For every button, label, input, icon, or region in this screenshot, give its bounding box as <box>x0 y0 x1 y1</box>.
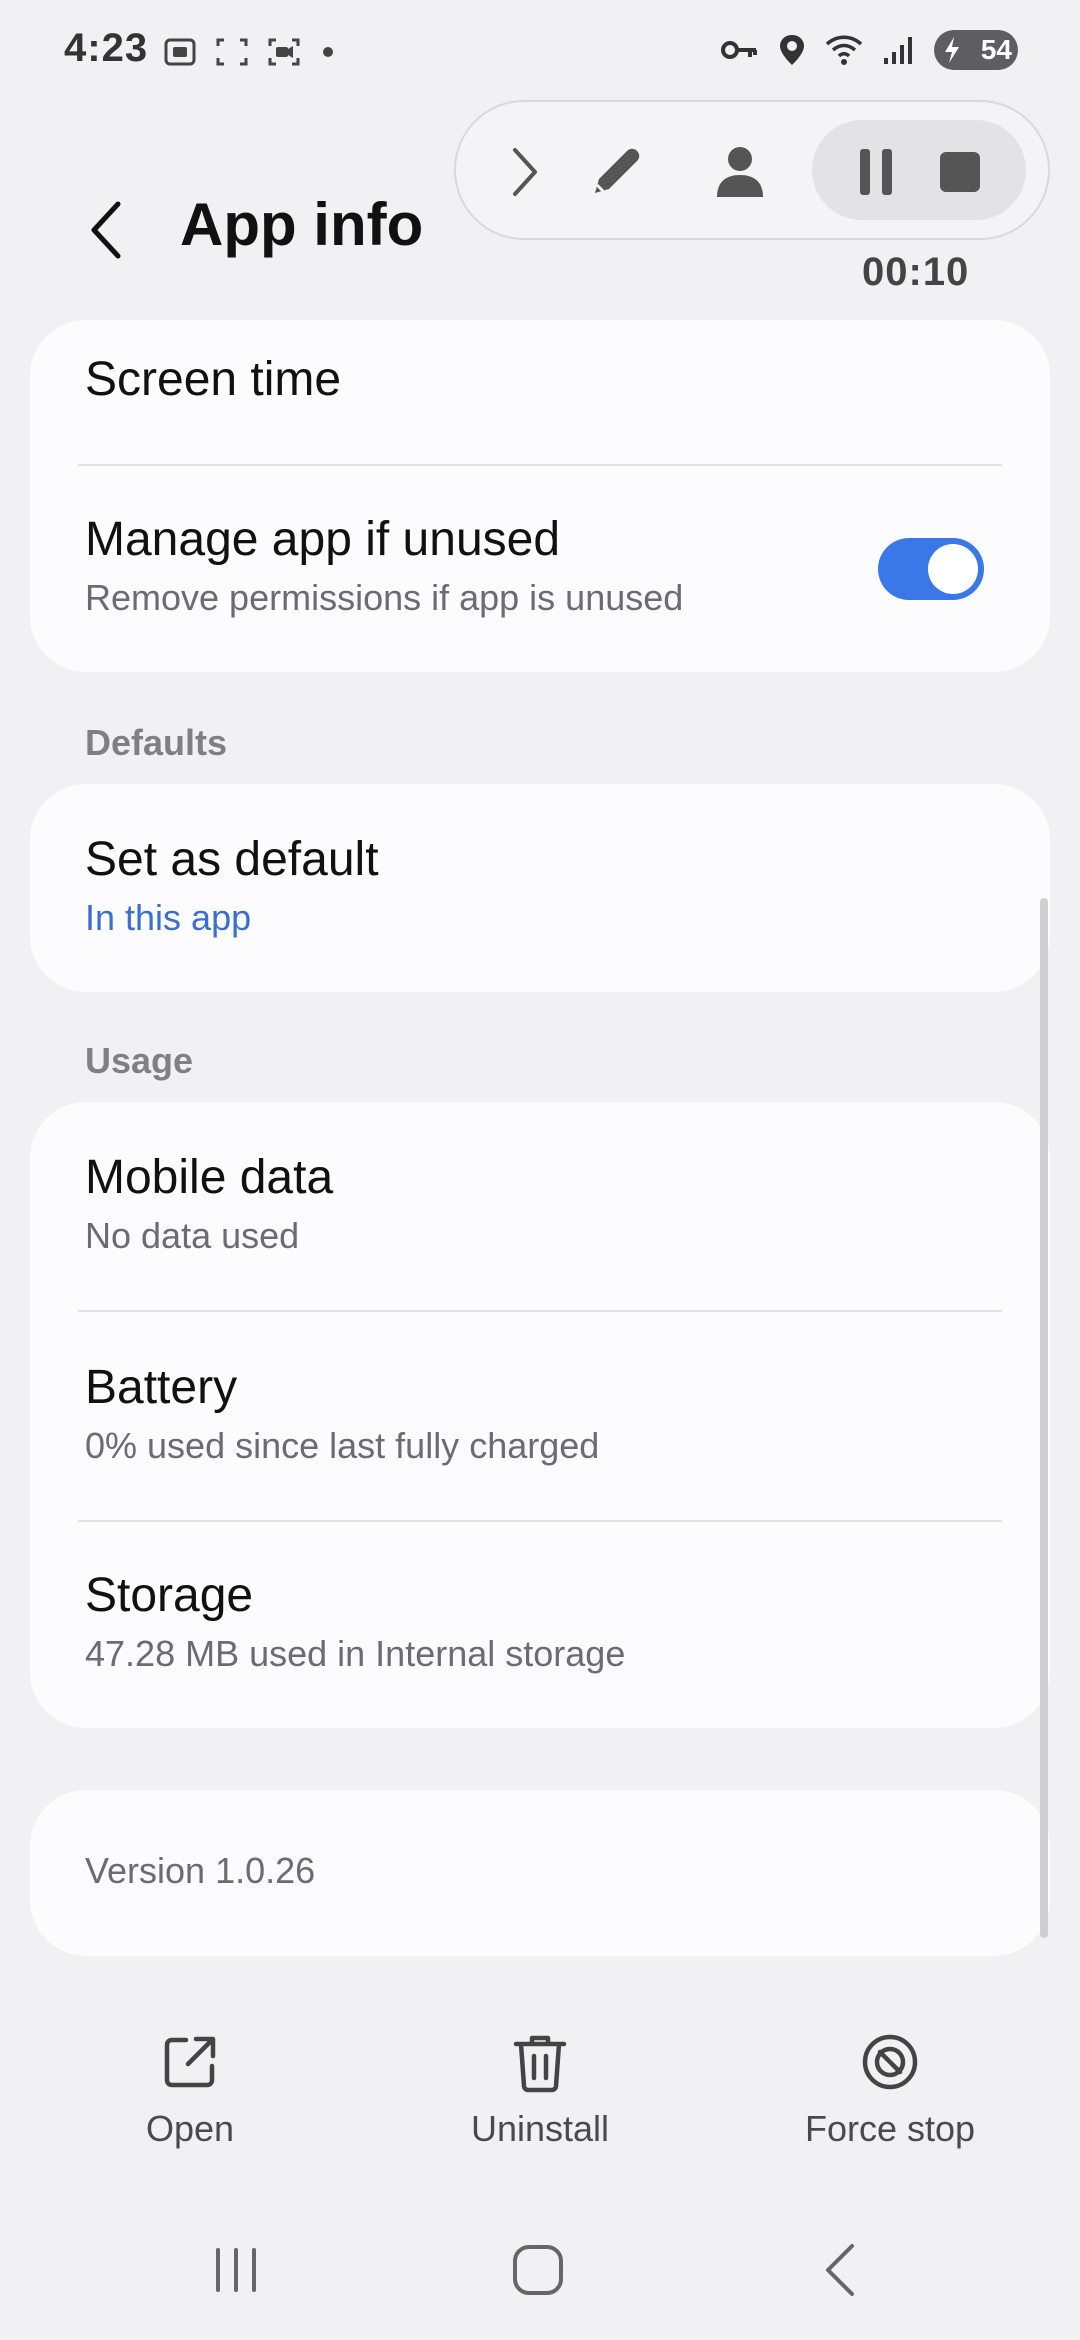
battery-level: 54 <box>980 34 1012 65</box>
page-title: App info <box>180 191 424 258</box>
recent-apps-icon <box>216 2248 256 2292</box>
uninstall-button[interactable]: Uninstall <box>410 2030 670 2150</box>
set-as-default-row[interactable]: Set as default In this app <box>85 832 995 939</box>
uninstall-label: Uninstall <box>470 2108 610 2149</box>
stop-icon <box>940 152 980 192</box>
manage-app-if-unused-row[interactable]: Manage app if unused Remove permissions … <box>85 512 995 619</box>
location-icon <box>780 35 804 65</box>
defaults-card: Set as default In this app <box>30 784 1050 992</box>
open-label: Open <box>145 2108 235 2149</box>
divider <box>78 1310 1002 1312</box>
open-button[interactable]: Open <box>60 2030 320 2150</box>
back-button[interactable] <box>78 192 134 268</box>
toggle-knob <box>928 544 978 594</box>
pause-icon <box>860 149 892 195</box>
manage-app-toggle[interactable] <box>878 538 984 600</box>
battery-indicator: 54 <box>934 30 1018 70</box>
storage-title: Storage <box>85 1569 254 1622</box>
divider <box>78 464 1002 466</box>
screen-recorder-toolbar <box>454 100 1050 240</box>
app-settings-card: Screen time Manage app if unused Remove … <box>30 320 1050 672</box>
stop-recording-button[interactable] <box>920 132 1000 212</box>
draw-button[interactable] <box>576 132 656 212</box>
scan-frame-icon <box>216 38 248 66</box>
screen-time-title: Screen time <box>85 353 342 406</box>
battery-subtitle: 0% used since last fully charged <box>85 1425 600 1466</box>
set-as-default-subtitle: In this app <box>85 897 252 938</box>
back-arrow-icon <box>91 201 121 259</box>
mobile-data-row[interactable]: Mobile data No data used <box>85 1150 995 1257</box>
trash-icon <box>513 2035 567 2093</box>
wifi-icon <box>825 35 863 65</box>
recent-apps-button[interactable] <box>186 2234 286 2306</box>
status-bar: 4:23 54 <box>0 0 1080 104</box>
nav-back-button[interactable] <box>790 2234 890 2306</box>
status-time: 4:23 <box>64 26 149 70</box>
status-right-icons: 54 <box>720 30 1018 70</box>
set-as-default-title: Set as default <box>85 833 379 886</box>
person-icon <box>717 147 763 197</box>
mobile-data-title: Mobile data <box>85 1151 334 1204</box>
usage-card: Mobile data No data used Battery 0% used… <box>30 1102 1050 1728</box>
usage-section-header: Usage <box>85 1040 194 1081</box>
storage-row[interactable]: Storage 47.28 MB used in Internal storag… <box>85 1568 995 1675</box>
manage-app-title: Manage app if unused <box>85 513 561 566</box>
force-stop-icon <box>862 2034 918 2090</box>
manage-app-subtitle: Remove permissions if app is unused <box>85 577 684 618</box>
screenshot-icon <box>164 38 196 66</box>
storage-subtitle: 47.28 MB used in Internal storage <box>85 1633 626 1674</box>
pause-recording-button[interactable] <box>836 132 916 212</box>
battery-title: Battery <box>85 1361 238 1414</box>
force-stop-button[interactable]: Force stop <box>760 2030 1020 2150</box>
dot-icon <box>323 47 333 57</box>
version-card: Version 1.0.26 <box>30 1790 1050 1956</box>
mobile-data-subtitle: No data used <box>85 1215 300 1256</box>
signal-icon <box>884 37 912 64</box>
screen-time-row[interactable]: Screen time <box>85 352 995 407</box>
pencil-icon <box>595 148 640 193</box>
version-row: Version 1.0.26 <box>85 1850 995 1892</box>
chevron-right-icon <box>513 148 537 196</box>
video-record-icon <box>268 38 300 66</box>
status-left-icons <box>162 34 338 70</box>
expand-toolbar-button[interactable] <box>490 138 558 206</box>
defaults-section-header: Defaults <box>85 722 228 763</box>
recording-timer: 00:10 <box>862 250 970 294</box>
home-button[interactable] <box>488 2234 588 2306</box>
divider <box>78 1520 1002 1522</box>
selfie-view-button[interactable] <box>700 132 780 212</box>
nav-back-icon <box>826 2244 854 2296</box>
vpn-key-icon <box>721 41 757 59</box>
open-external-icon <box>164 2036 216 2088</box>
scrollbar[interactable] <box>1040 898 1048 1938</box>
version-text: Version 1.0.26 <box>85 1850 316 1891</box>
charging-bolt-icon <box>945 37 959 63</box>
force-stop-label: Force stop <box>804 2108 976 2149</box>
home-icon <box>513 2245 563 2295</box>
battery-row[interactable]: Battery 0% used since last fully charged <box>85 1360 995 1467</box>
